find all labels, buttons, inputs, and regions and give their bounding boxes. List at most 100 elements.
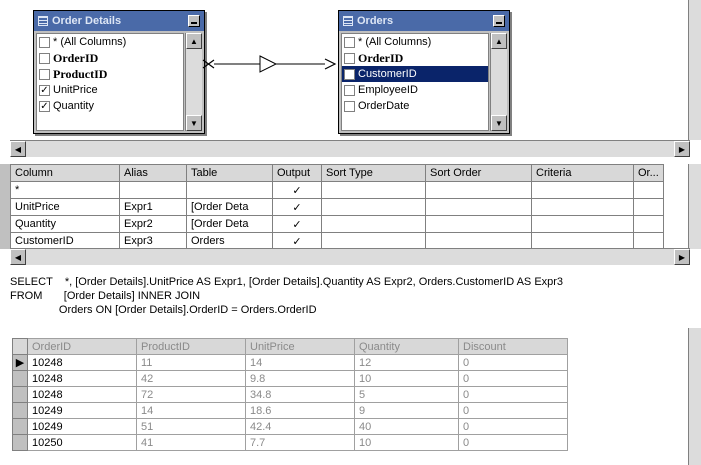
- vertical-scrollbar[interactable]: ▲ ▼: [490, 33, 507, 131]
- column-row[interactable]: ✓ Quantity: [37, 98, 183, 114]
- grid-cell[interactable]: [425, 215, 532, 233]
- grid-cell[interactable]: [531, 198, 634, 216]
- results-cell[interactable]: 0: [458, 370, 568, 387]
- column-row[interactable]: OrderDate: [342, 98, 488, 114]
- column-row[interactable]: * (All Columns): [37, 34, 183, 50]
- results-cell[interactable]: 0: [458, 434, 568, 451]
- checkbox[interactable]: [344, 36, 355, 48]
- grid-cell[interactable]: Expr3: [119, 232, 187, 250]
- grid-row[interactable]: CustomerID Expr3 Orders ✓: [10, 232, 664, 250]
- order-details-column-list[interactable]: * (All Columns) OrderID ProductID ✓ UnitP…: [36, 33, 184, 131]
- order-details-titlebar[interactable]: Order Details: [34, 11, 204, 31]
- grid-cell[interactable]: UnitPrice: [10, 198, 120, 216]
- sql-select-line[interactable]: SELECT *, [Order Details].UnitPrice AS E…: [10, 276, 563, 288]
- checkbox[interactable]: [344, 100, 355, 112]
- results-cell[interactable]: 0: [458, 418, 568, 435]
- results-cell[interactable]: 5: [354, 386, 459, 403]
- grid-cell[interactable]: [531, 232, 634, 250]
- results-row[interactable]: 10249 14 18.6 9 0: [12, 402, 568, 419]
- grid-cell[interactable]: Orders: [186, 232, 273, 250]
- grid-cell[interactable]: [531, 181, 634, 199]
- results-cell[interactable]: 51: [136, 418, 246, 435]
- output-checkbox[interactable]: ✓: [272, 215, 322, 233]
- checkbox[interactable]: ✓: [39, 100, 50, 112]
- grid-cell[interactable]: [425, 198, 532, 216]
- results-cell[interactable]: 0: [458, 386, 568, 403]
- grid-cell[interactable]: Expr1: [119, 198, 187, 216]
- orders-column-list[interactable]: * (All Columns) OrderID ✓ CustomerID Empl…: [341, 33, 489, 131]
- results-header[interactable]: UnitPrice: [245, 338, 355, 355]
- results-cell[interactable]: 10248: [27, 354, 137, 371]
- column-row[interactable]: EmployeeID: [342, 82, 488, 98]
- results-cell[interactable]: 10249: [27, 418, 137, 435]
- join-type-icon[interactable]: [259, 55, 278, 73]
- row-indicator[interactable]: [12, 370, 28, 387]
- row-indicator[interactable]: [12, 418, 28, 435]
- results-cell[interactable]: 10250: [27, 434, 137, 451]
- grid-cell[interactable]: [321, 181, 426, 199]
- results-cell[interactable]: 42.4: [245, 418, 355, 435]
- results-row[interactable]: 10249 51 42.4 40 0: [12, 418, 568, 435]
- results-cell[interactable]: 9: [354, 402, 459, 419]
- grid-vertical-scrollbar[interactable]: [688, 164, 701, 249]
- checkbox[interactable]: [39, 36, 50, 48]
- column-row[interactable]: OrderID: [342, 50, 488, 66]
- results-cell[interactable]: 11: [136, 354, 246, 371]
- grid-header[interactable]: Or...: [633, 164, 664, 182]
- minimize-button[interactable]: [188, 15, 200, 27]
- grid-cell[interactable]: [321, 215, 426, 233]
- diagram-vertical-scrollbar[interactable]: [688, 0, 701, 140]
- results-cell[interactable]: 41: [136, 434, 246, 451]
- results-cell[interactable]: 72: [136, 386, 246, 403]
- sql-from-line[interactable]: FROM [Order Details] INNER JOIN: [10, 290, 200, 302]
- results-row[interactable]: 10248 72 34.8 5 0: [12, 386, 568, 403]
- grid-header[interactable]: Column: [10, 164, 120, 182]
- results-cell[interactable]: 14: [245, 354, 355, 371]
- sql-join-line[interactable]: Orders ON [Order Details].OrderID = Orde…: [10, 304, 317, 316]
- orders-table[interactable]: Orders * (All Columns) OrderID ✓ Customer…: [338, 10, 510, 134]
- row-indicator[interactable]: [12, 434, 28, 451]
- results-header[interactable]: ProductID: [136, 338, 246, 355]
- criteria-grid[interactable]: Column Alias Table Output Sort Type Sort…: [10, 164, 664, 250]
- grid-cell[interactable]: Expr2: [119, 215, 187, 233]
- results-cell[interactable]: 10: [354, 434, 459, 451]
- checkbox[interactable]: [39, 52, 50, 64]
- grid-row[interactable]: UnitPrice Expr1 [Order Deta ✓: [10, 198, 664, 216]
- output-checkbox[interactable]: ✓: [272, 232, 322, 250]
- results-cell[interactable]: 14: [136, 402, 246, 419]
- grid-cell[interactable]: [531, 215, 634, 233]
- results-row[interactable]: ▶ 10248 11 14 12 0: [12, 354, 568, 371]
- grid-row[interactable]: Quantity Expr2 [Order Deta ✓: [10, 215, 664, 233]
- results-row[interactable]: 10250 41 7.7 10 0: [12, 434, 568, 451]
- checkbox[interactable]: [344, 52, 355, 64]
- grid-cell[interactable]: Quantity: [10, 215, 120, 233]
- sql-pane[interactable]: SELECT *, [Order Details].UnitPrice AS E…: [0, 262, 701, 328]
- results-cell[interactable]: 10: [354, 370, 459, 387]
- checkbox[interactable]: [39, 68, 50, 80]
- grid-cell[interactable]: [633, 215, 664, 233]
- order-details-table[interactable]: Order Details * (All Columns) OrderID Pr…: [33, 10, 205, 134]
- grid-cell[interactable]: [633, 181, 664, 199]
- scroll-up-icon[interactable]: ▲: [186, 33, 202, 49]
- results-cell[interactable]: 10249: [27, 402, 137, 419]
- grid-header[interactable]: Table: [186, 164, 273, 182]
- grid-header[interactable]: Criteria: [531, 164, 634, 182]
- grid-header[interactable]: Output: [272, 164, 322, 182]
- current-row-icon[interactable]: ▶: [12, 354, 28, 371]
- results-cell[interactable]: 18.6: [245, 402, 355, 419]
- grid-cell[interactable]: [186, 181, 273, 199]
- grid-row[interactable]: * ✓: [10, 181, 664, 199]
- results-cell[interactable]: 42: [136, 370, 246, 387]
- checkbox[interactable]: ✓: [344, 68, 355, 80]
- checkbox[interactable]: [344, 84, 355, 96]
- results-header[interactable]: Discount: [458, 338, 568, 355]
- column-row[interactable]: ✓ UnitPrice: [37, 82, 183, 98]
- row-indicator[interactable]: [12, 386, 28, 403]
- results-header[interactable]: Quantity: [354, 338, 459, 355]
- orders-titlebar[interactable]: Orders: [339, 11, 509, 31]
- grid-cell[interactable]: [633, 198, 664, 216]
- checkbox[interactable]: ✓: [39, 84, 50, 96]
- row-indicator[interactable]: [12, 402, 28, 419]
- grid-header[interactable]: Alias: [119, 164, 187, 182]
- output-checkbox[interactable]: ✓: [272, 198, 322, 216]
